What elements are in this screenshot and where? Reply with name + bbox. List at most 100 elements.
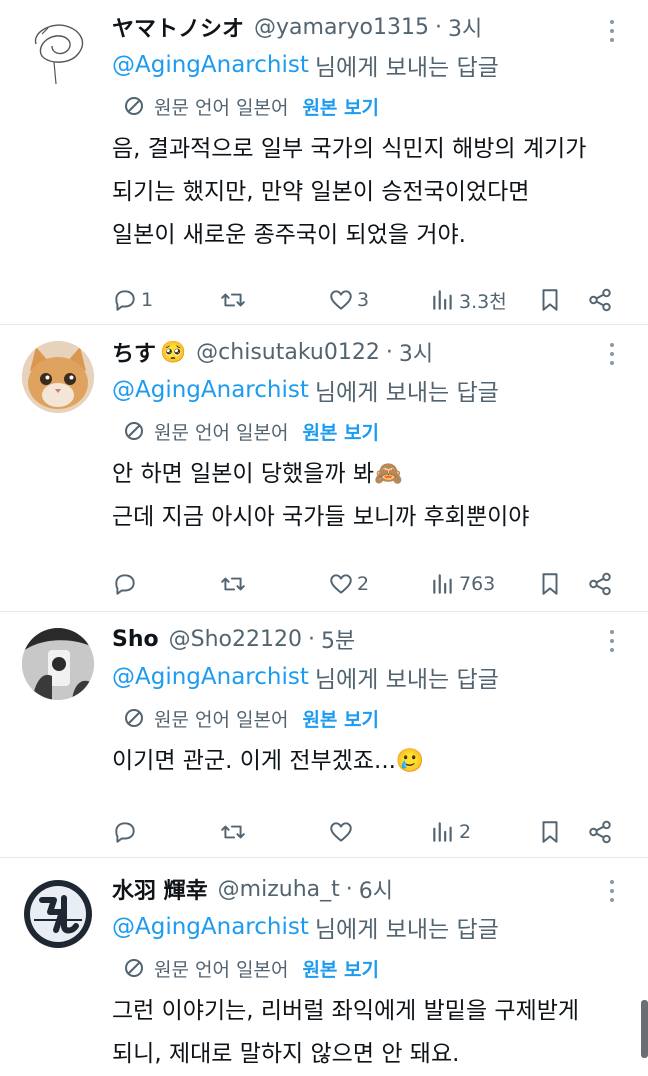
display-name[interactable]: 水羽 輝幸 [112,873,208,905]
scrollbar-thumb[interactable] [641,1000,648,1058]
view-count: 763 [459,573,496,595]
share-icon [589,288,611,312]
more-icon[interactable] [602,16,622,46]
timestamp[interactable]: 6시 [359,873,393,905]
user-handle[interactable]: @chisutaku0122 [196,340,380,365]
reply-icon [115,822,135,843]
more-icon[interactable] [602,626,622,656]
translated-from-label: 원문 언어 일본어 [154,958,289,981]
translate-icon [125,709,143,727]
pleading-face-emoji: 🥺 [160,339,187,364]
avatar[interactable] [22,14,94,86]
view-count: 3.3천 [459,290,507,313]
tweet-text-line: 안 하면 일본이 당했을까 봐🙈 [112,461,403,487]
mention-link[interactable]: @AgingAnarchist [112,664,309,690]
tweet-text-line: 근데 지금 아시아 국가들 보니까 후회뿐이야 [112,504,530,530]
user-handle[interactable]: @mizuha_t [218,877,340,902]
like-icon [330,822,352,842]
reply-count: 1 [141,289,154,311]
tweet[interactable]: ヤマトノシオ @yamaryo1315 · 3시 @AgingAnarchist… [0,0,648,325]
avatar[interactable] [22,341,94,413]
tweet-text: 안 하면 일본이 당했을까 봐🙈 근데 지금 아시아 국가들 보니까 후회뿐이야 [112,453,648,539]
like-button[interactable]: 3 [328,283,369,317]
translation-note: 원문 언어 일본어 원본 보기 [112,409,648,453]
display-name[interactable]: ヤマトノシオ [112,11,244,43]
display-name[interactable]: Sho [112,627,159,652]
share-button[interactable] [587,815,613,849]
show-original-link[interactable]: 원본 보기 [302,705,379,732]
tweet-header: Sho @Sho22120 · 5분 [112,620,648,658]
tweet[interactable]: ちす 🥺 @chisutaku0122 · 3시 @AgingAnarchist… [0,325,648,612]
tweet-text: 음, 결과적으로 일부 국가의 식민지 해방의 계기가 되기는 했지만, 만약 … [112,128,648,257]
tweet[interactable]: Sho @Sho22120 · 5분 @AgingAnarchist 님에게 보… [0,612,648,858]
tweet-text-line: 음, 결과적으로 일부 국가의 식민지 해방의 계기가 [112,136,587,162]
mention-link[interactable]: @AgingAnarchist [112,52,309,78]
reply-button[interactable] [112,567,141,601]
timestamp[interactable]: 5분 [321,623,355,655]
reply-button[interactable]: 1 [112,283,153,317]
tweet-text: 이기면 관군. 이게 전부겠죠...🥲 [112,740,648,783]
share-button[interactable] [587,283,613,317]
translation-note: 원문 언어 일본어 원본 보기 [112,946,648,990]
view-count: 2 [459,821,472,843]
translate-icon [125,422,143,440]
reply-button[interactable] [112,815,141,849]
show-original-link[interactable]: 원본 보기 [302,418,379,445]
reply-context: @AgingAnarchist 님에게 보내는 답글 [112,658,648,696]
bookmark-button[interactable] [537,283,563,317]
views-button[interactable]: 763 [430,567,495,601]
timestamp[interactable]: 3시 [448,11,482,43]
display-name[interactable]: ちす [112,336,156,368]
separator: · [307,626,315,652]
retweet-icon [221,577,245,591]
like-icon [330,290,352,310]
reply-suffix: 님에게 보내는 답글 [314,55,499,81]
views-button[interactable]: 3.3천 [430,283,507,317]
user-handle[interactable]: @Sho22120 [169,627,302,652]
separator: · [345,876,353,902]
bookmark-button[interactable] [537,815,563,849]
mention-link[interactable]: @AgingAnarchist [112,377,309,403]
share-button[interactable] [587,567,613,601]
avatar[interactable] [22,878,94,950]
retweet-icon [221,825,245,839]
tweet-text-line: 되기는 했지만, 만약 일본이 승전국이었다면 [112,179,530,205]
tweet[interactable]: 水羽 輝幸 @mizuha_t · 6시 @AgingAnarchist 님에게… [0,858,648,1076]
show-original-link[interactable]: 원본 보기 [302,955,379,982]
reply-suffix: 님에게 보내는 답글 [314,917,499,943]
like-button[interactable]: 2 [328,567,369,601]
tweet-text-line: 되니, 제대로 말하지 않으면 안 돼요. [112,1041,460,1067]
show-original-link[interactable]: 원본 보기 [302,93,379,120]
avatar[interactable] [22,628,94,700]
bookmark-button[interactable] [537,567,563,601]
more-icon[interactable] [602,876,622,906]
translation-note: 원문 언어 일본어 원본 보기 [112,84,648,128]
translate-icon [125,959,143,977]
reply-context: @AgingAnarchist 님에게 보내는 답글 [112,46,648,84]
mention-link[interactable]: @AgingAnarchist [112,914,309,940]
like-button[interactable] [328,815,357,849]
tweet-header: 水羽 輝幸 @mizuha_t · 6시 [112,870,648,908]
reply-context: @AgingAnarchist 님에게 보내는 답글 [112,908,648,946]
bookmark-icon [542,289,558,311]
retweet-button[interactable] [220,283,249,317]
tweet-header: ヤマトノシオ @yamaryo1315 · 3시 [112,8,648,46]
tweet-text-line: 일본이 새로운 종주국이 되었을 거야. [112,222,466,248]
share-icon [589,820,611,844]
user-handle[interactable]: @yamaryo1315 [254,15,429,40]
tweet-text: 그런 이야기는, 리버럴 좌익에게 발밑을 구제받게 되니, 제대로 말하지 않… [112,990,648,1076]
views-button[interactable]: 2 [430,815,471,849]
action-bar: 2 763 [0,555,648,619]
tweet-text-line: 이기면 관군. 이게 전부겠죠...🥲 [112,748,425,774]
retweet-button[interactable] [220,815,249,849]
retweet-button[interactable] [220,567,249,601]
tweet-header: ちす 🥺 @chisutaku0122 · 3시 [112,333,648,371]
more-icon[interactable] [602,339,622,369]
separator: · [385,339,393,365]
timestamp[interactable]: 3시 [399,336,433,368]
views-icon [433,822,452,842]
translate-icon [125,97,143,115]
share-icon [589,572,611,596]
reply-suffix: 님에게 보내는 답글 [314,380,499,406]
views-icon [433,574,452,594]
